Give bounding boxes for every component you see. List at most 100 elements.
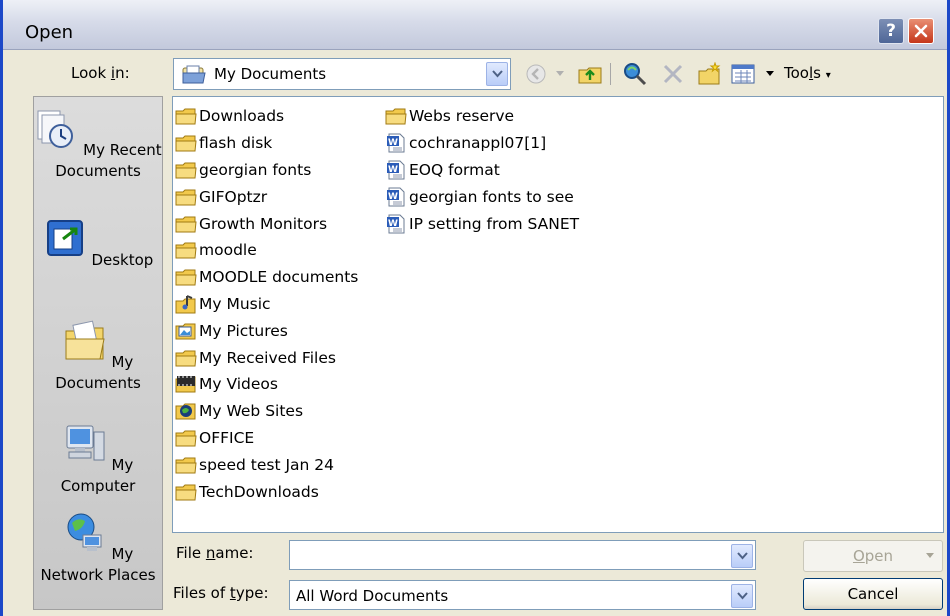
- views-icon: [731, 64, 755, 84]
- svg-text:W: W: [388, 192, 398, 202]
- search-web-icon: [624, 63, 647, 86]
- place-my-computer[interactable]: My Computer: [34, 422, 162, 497]
- place-my-recent-documents[interactable]: My Recent Documents: [34, 107, 162, 182]
- word-document-icon: W: [385, 133, 407, 153]
- look-in-label: Look in:: [71, 64, 130, 82]
- place-my-network-places[interactable]: My Network Places: [34, 511, 162, 586]
- network-places-icon: [67, 513, 102, 551]
- place-label: Desktop: [91, 251, 154, 269]
- file-name-text: OFFICE: [199, 428, 255, 447]
- folder-icon: [175, 187, 197, 207]
- file-list-item[interactable]: MOODLE documents: [175, 264, 358, 291]
- file-list[interactable]: Downloads flash disk georgian fonts GIFOptz…: [172, 96, 944, 533]
- search-web-button[interactable]: [622, 62, 648, 86]
- back-dropdown[interactable]: [556, 62, 564, 86]
- file-list-item[interactable]: W IP setting from SANET: [385, 210, 579, 237]
- open-dropdown-arrow-icon[interactable]: [926, 553, 934, 559]
- help-button[interactable]: ?: [878, 18, 904, 44]
- folder-icon: [175, 428, 197, 448]
- file-name-text: EOQ format: [409, 160, 500, 179]
- dialog-title: Open: [25, 22, 74, 43]
- file-name-input[interactable]: [289, 540, 756, 570]
- tools-menu[interactable]: Tools ▾: [784, 64, 831, 82]
- files-of-type-dropdown-button[interactable]: [731, 584, 753, 608]
- folder-icon: [175, 267, 197, 287]
- word-document-icon: W: [385, 187, 407, 207]
- file-column-2: Webs reserve Wcochranappl07[1] W EOQ format…: [385, 103, 579, 237]
- file-list-item[interactable]: My Music: [175, 291, 358, 318]
- file-list-item[interactable]: GIFOptzr: [175, 183, 358, 210]
- file-list-item[interactable]: My Videos: [175, 371, 358, 398]
- file-list-item[interactable]: TechDownloads: [175, 478, 358, 505]
- file-list-item[interactable]: Growth Monitors: [175, 210, 358, 237]
- svg-text:W: W: [388, 165, 398, 175]
- file-list-item[interactable]: flash disk: [175, 130, 358, 157]
- desktop-icon: [46, 220, 83, 256]
- open-button[interactable]: Open: [803, 540, 943, 572]
- folder-icon: [175, 455, 197, 475]
- file-list-item[interactable]: My Web Sites: [175, 398, 358, 425]
- file-list-item[interactable]: My Pictures: [175, 317, 358, 344]
- look-in-dropdown[interactable]: My Documents: [173, 58, 511, 90]
- create-new-folder-button[interactable]: [697, 62, 723, 86]
- my-documents-icon: [65, 320, 105, 360]
- file-name-text: TechDownloads: [199, 482, 319, 501]
- file-list-item[interactable]: Wcochranappl07[1]: [385, 130, 579, 157]
- file-list-item[interactable]: Webs reserve: [385, 103, 579, 130]
- svg-text:W: W: [388, 219, 398, 229]
- file-name-text: cochranappl07[1]: [409, 134, 547, 153]
- file-name-text: My Music: [199, 294, 271, 313]
- folder-icon: [175, 482, 197, 502]
- close-button[interactable]: [908, 18, 934, 44]
- places-bar: My Recent Documents Desktop My Documents: [33, 96, 163, 610]
- back-button[interactable]: [525, 62, 547, 86]
- file-name-text: My Web Sites: [199, 402, 304, 421]
- look-in-value: My Documents: [214, 65, 327, 83]
- folder-icon: [175, 214, 197, 234]
- views-button[interactable]: [731, 62, 755, 86]
- file-list-item[interactable]: moodle: [175, 237, 358, 264]
- file-name-text: My Received Files: [199, 348, 336, 367]
- file-name-text: MOODLE documents: [199, 268, 359, 287]
- file-list-item[interactable]: speed test Jan 24: [175, 451, 358, 478]
- file-list-item[interactable]: Wgeorgian fonts to see: [385, 183, 579, 210]
- cancel-button-label: Cancel: [847, 585, 899, 603]
- look-in-dropdown-button[interactable]: [486, 62, 508, 86]
- place-my-documents[interactable]: My Documents: [34, 319, 162, 394]
- file-name-text: flash disk: [199, 134, 273, 153]
- file-list-item[interactable]: OFFICE: [175, 425, 358, 452]
- open-dialog: Open ? Look in: My Documents Tools ▾ My …: [0, 0, 950, 616]
- file-name-text: GIFOptzr: [199, 187, 268, 206]
- file-name-text: moodle: [199, 241, 257, 260]
- my-documents-small-icon: [182, 65, 206, 84]
- word-document-icon: W: [385, 214, 407, 234]
- file-list-item[interactable]: Downloads: [175, 103, 358, 130]
- file-name-text: georgian fonts: [199, 160, 312, 179]
- file-name-text: georgian fonts to see: [409, 187, 574, 206]
- videos-folder-icon: [175, 374, 197, 394]
- delete-x-icon: [663, 64, 683, 84]
- file-list-item[interactable]: W EOQ format: [385, 157, 579, 184]
- file-list-item[interactable]: georgian fonts: [175, 157, 358, 184]
- file-name-text: Downloads: [199, 107, 285, 126]
- music-folder-icon: [175, 294, 197, 314]
- place-desktop[interactable]: Desktop: [34, 217, 162, 271]
- folder-icon: [175, 348, 197, 368]
- folder-icon: [175, 133, 197, 153]
- title-bar: Open ?: [3, 0, 947, 50]
- my-computer-icon: [66, 425, 105, 461]
- up-one-level-button[interactable]: [577, 62, 605, 86]
- views-dropdown[interactable]: [766, 62, 774, 86]
- file-list-item[interactable]: My Received Files: [175, 344, 358, 371]
- files-of-type-dropdown[interactable]: All Word Documents: [289, 580, 756, 610]
- tools-dropdown-arrow-icon: ▾: [825, 70, 831, 81]
- file-name-dropdown-button[interactable]: [731, 544, 753, 568]
- delete-button[interactable]: [662, 62, 684, 86]
- file-name-text: My Pictures: [199, 321, 288, 340]
- recent-documents-icon: [37, 110, 74, 148]
- file-name-text: speed test Jan 24: [199, 455, 334, 474]
- toolbar-separator: [610, 62, 611, 86]
- cancel-button[interactable]: Cancel: [803, 578, 943, 610]
- files-of-type-label: Files of type:: [173, 584, 269, 602]
- close-icon: [914, 24, 928, 38]
